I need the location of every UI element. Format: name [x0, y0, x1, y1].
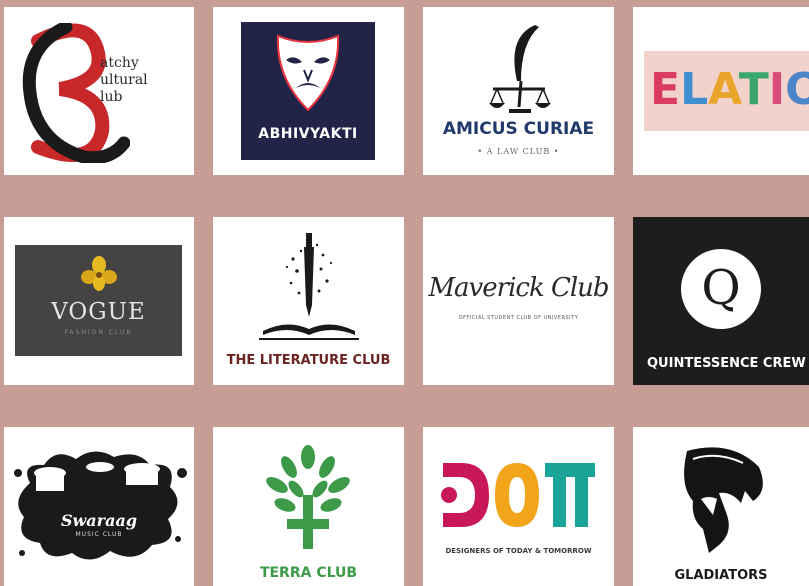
swaraag-sub: MUSIC CLUB [75, 531, 123, 538]
elation-letter: T [738, 64, 769, 115]
club-card-abhivyakti[interactable]: ABHIVYAKTI [213, 7, 404, 175]
elation-logo-panel: ELATION [644, 51, 809, 131]
catchy-line-2: ultural [100, 72, 148, 88]
quill-scales-icon [489, 25, 551, 113]
club-card-literature[interactable]: THE LITERATURE CLUB [213, 217, 404, 385]
club-card-elation[interactable]: ELATION [633, 7, 809, 175]
quintessence-name: QUINTESSENCE CREW [647, 356, 806, 371]
catchy-cultural-wordmark: atchy ultural lub [100, 55, 148, 106]
terra-name: TERRA CLUB [259, 565, 358, 581]
tree-icon [266, 445, 350, 549]
club-card-terra[interactable]: TERRA CLUB [213, 427, 404, 586]
abhivyakti-name: ABHIVYAKTI [258, 126, 358, 142]
amicus-name: AMICUS CURIAE [442, 119, 595, 139]
pen-book-icon [259, 233, 359, 340]
elation-letter: L [680, 64, 709, 115]
maverick-signature: Maverick Club [428, 273, 609, 303]
swaraag-name: Swaraag [60, 511, 138, 530]
club-card-quintessence[interactable]: Q QUINTESSENCE CREW [633, 217, 809, 385]
club-card-vogue[interactable]: VOGUE FASHION CLUB [4, 217, 194, 385]
vogue-logo-panel: VOGUE FASHION CLUB [15, 245, 182, 356]
elation-letter: I [768, 64, 786, 115]
vogue-name: VOGUE [51, 299, 146, 325]
catchy-line-3: lub [100, 89, 123, 105]
amicus-tagline: • A LAW CLUB • [477, 147, 560, 156]
drama-mask-icon [276, 34, 340, 112]
club-card-catchy-cultural[interactable]: atchy ultural lub [4, 7, 194, 175]
maverick-sub: OFFICIAL STUDENT CLUB OF UNIVERSITY [458, 315, 579, 321]
elation-letter: E [650, 64, 681, 115]
club-card-swaraag[interactable]: Swaraag MUSIC CLUB [4, 427, 194, 586]
elation-wordmark: ELATION [650, 65, 809, 115]
dott-logo [441, 463, 595, 527]
elation-letter: A [708, 64, 739, 115]
dott-name: DESIGNERS OF TODAY & TOMORROW [445, 547, 592, 555]
elation-letter: O [785, 64, 809, 115]
spartan-helmet-icon [684, 447, 763, 553]
club-card-gladiators[interactable]: GLADIATORS [633, 427, 809, 586]
club-card-dott[interactable]: DESIGNERS OF TODAY & TOMORROW [423, 427, 614, 586]
literature-name: THE LITERATURE CLUB [226, 353, 391, 368]
club-card-maverick[interactable]: Maverick Club OFFICIAL STUDENT CLUB OF U… [423, 217, 614, 385]
quintessence-circle: Q [681, 249, 761, 329]
catchy-line-1: atchy [100, 55, 139, 71]
quintessence-letter: Q [701, 260, 741, 316]
orchid-icon [81, 256, 117, 291]
club-card-amicus-curiae[interactable]: AMICUS CURIAE • A LAW CLUB • [423, 7, 614, 175]
gladiators-name: GLADIATORS [674, 568, 768, 583]
ink-splash-drums-icon [14, 451, 187, 560]
abhivyakti-logo-panel: ABHIVYAKTI [241, 22, 375, 160]
vogue-sub: FASHION CLUB [64, 329, 133, 336]
